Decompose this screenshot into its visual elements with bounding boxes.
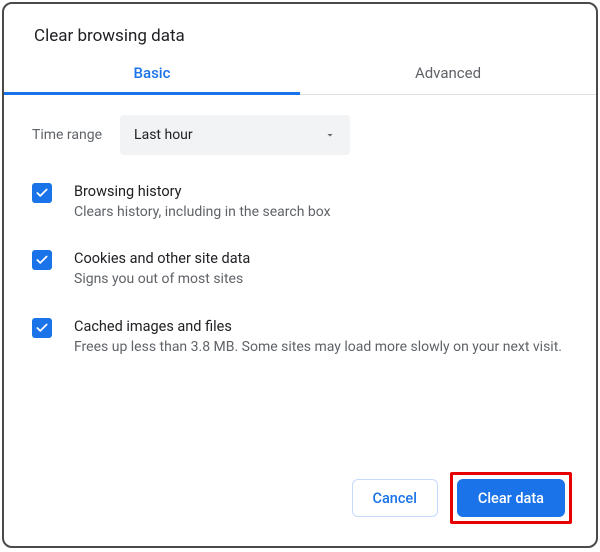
tab-basic-label: Basic [134,64,171,82]
option-cached: Cached images and files Frees up less th… [32,316,568,357]
tab-basic[interactable]: Basic [4,64,300,94]
clear-data-button[interactable]: Clear data [457,479,565,517]
option-cookies: Cookies and other site data Signs you ou… [32,248,568,289]
tab-advanced-label: Advanced [415,64,481,82]
option-text: Browsing history Clears history, includi… [74,181,331,222]
option-title: Cached images and files [74,316,562,337]
option-text: Cached images and files Frees up less th… [74,316,562,357]
option-desc: Frees up less than 3.8 MB. Some sites ma… [74,337,562,357]
option-title: Browsing history [74,181,331,202]
annotation-highlight: Clear data [450,472,572,524]
time-range-select[interactable]: Last hour [120,115,350,155]
check-icon [35,186,49,200]
dialog-title: Clear browsing data [4,4,596,64]
check-icon [35,321,49,335]
time-range-row: Time range Last hour [32,115,568,155]
tab-bar: Basic Advanced [4,64,596,95]
tab-advanced[interactable]: Advanced [300,64,596,94]
checkbox-cookies[interactable] [32,250,52,270]
dialog-body: Time range Last hour Browsing history Cl… [4,95,596,472]
option-title: Cookies and other site data [74,248,250,269]
cancel-button[interactable]: Cancel [352,479,438,517]
option-desc: Signs you out of most sites [74,269,250,289]
option-browsing-history: Browsing history Clears history, includi… [32,181,568,222]
clear-data-button-label: Clear data [478,490,544,507]
cancel-button-label: Cancel [373,490,417,507]
option-text: Cookies and other site data Signs you ou… [74,248,250,289]
dialog-footer: Cancel Clear data [4,472,596,546]
chevron-down-icon [324,129,336,141]
time-range-value: Last hour [134,127,193,143]
checkbox-cached[interactable] [32,318,52,338]
option-desc: Clears history, including in the search … [74,202,331,222]
check-icon [35,253,49,267]
checkbox-browsing-history[interactable] [32,183,52,203]
clear-browsing-data-dialog: Clear browsing data Basic Advanced Time … [2,2,598,548]
time-range-label: Time range [32,127,102,143]
